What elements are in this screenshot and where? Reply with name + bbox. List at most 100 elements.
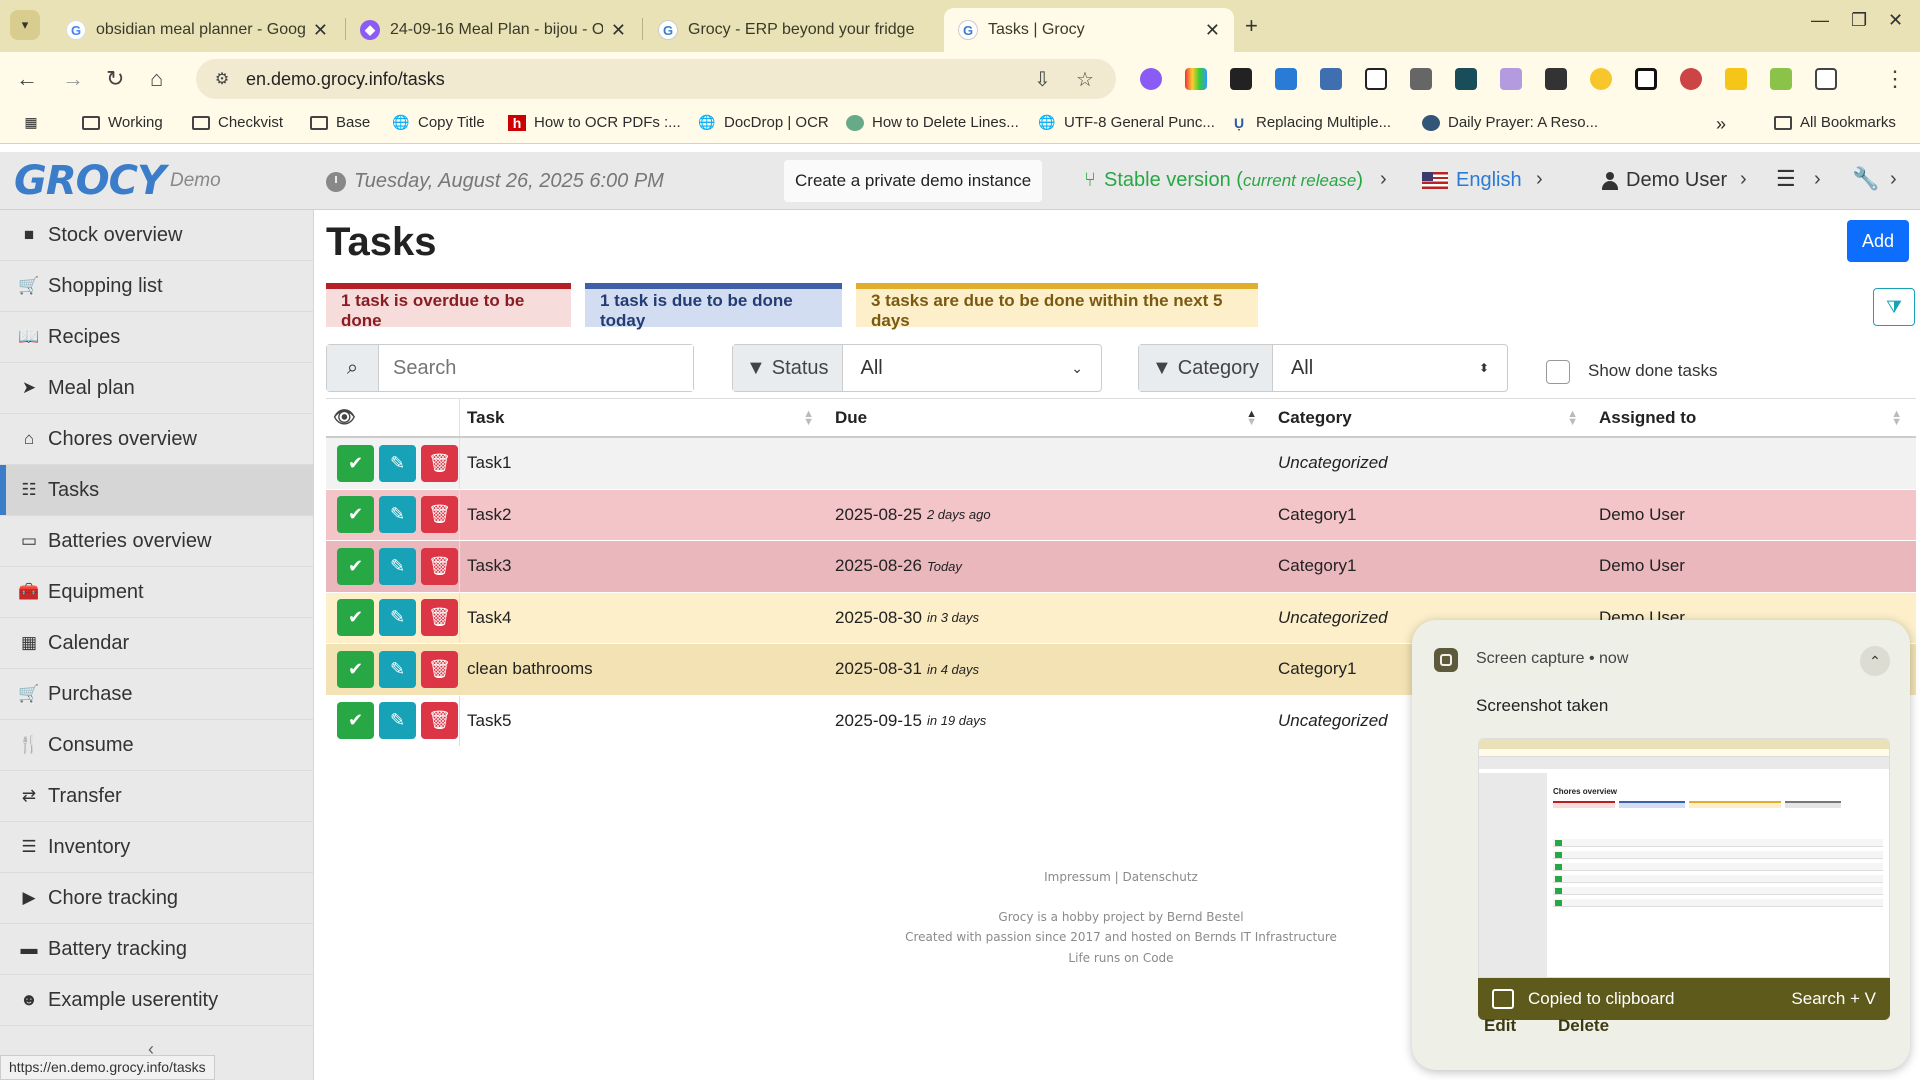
obsidian-extension-icon[interactable] (1140, 68, 1162, 90)
column-header-due[interactable]: Due ▲ ▼ (828, 399, 1271, 436)
category-filter-select[interactable]: All ⬍ (1273, 345, 1507, 391)
chevron-right-icon[interactable]: › (1890, 168, 1897, 191)
colorful-extension-icon[interactable] (1185, 68, 1207, 90)
all-bookmarks[interactable]: All Bookmarks (1774, 114, 1896, 131)
sidebar-item-recipes[interactable]: 📖 Recipes (0, 312, 313, 363)
browser-menu-icon[interactable]: ⋮ (1884, 66, 1906, 92)
bookmark-copy-title[interactable]: 🌐 Copy Title (392, 114, 484, 131)
mark-done-button[interactable]: ✔ (337, 650, 374, 688)
sidebar-item-calendar[interactable]: ▦ Calendar (0, 618, 313, 669)
j-extension-icon[interactable] (1275, 68, 1297, 90)
sidebar-item-chore-tracking[interactable]: ▶ Chore tracking (0, 873, 313, 924)
bookmark-working[interactable]: Working (82, 114, 163, 131)
column-visibility-toggle[interactable]: 👁 (326, 399, 460, 436)
screenshot-thumbnail[interactable]: Chores overview (1478, 738, 1890, 978)
delete-button[interactable]: 🗑 (421, 496, 458, 534)
browser-tab-2[interactable]: ◆ 24-09-16 Meal Plan - bijou - Ob ✕ (346, 8, 640, 52)
mark-done-button[interactable]: ✔ (337, 599, 374, 637)
photo-extension-icon[interactable] (1770, 68, 1792, 90)
bookmark-delete-lines[interactable]: How to Delete Lines... (846, 114, 1019, 131)
edit-button[interactable]: ✎ (379, 650, 416, 688)
bookmark-ocr-pdfs[interactable]: h How to OCR PDFs :... (508, 114, 681, 131)
bookmark-docdrop[interactable]: 🌐 DocDrop | OCR (698, 114, 828, 131)
window-extension-icon[interactable] (1635, 68, 1657, 90)
markdown-extension-icon[interactable] (1230, 68, 1252, 90)
filter-toggle-icon[interactable]: ⧩ (1873, 288, 1915, 326)
browser-tab-4[interactable]: G Tasks | Grocy ✕ (944, 8, 1234, 52)
bookmark-base[interactable]: Base (310, 114, 370, 131)
column-header-assigned[interactable]: Assigned to ▲ ▼ (1592, 399, 1916, 436)
tab-search-chevron-icon[interactable]: ▾ (10, 10, 40, 40)
url-text[interactable]: en.demo.grocy.info/tasks (246, 69, 445, 90)
browser-tab-1[interactable]: G obsidian meal planner - Google ✕ (52, 8, 342, 52)
clipboard-extension-icon[interactable] (1365, 68, 1387, 90)
create-demo-instance-button[interactable]: Create a private demo instance (784, 160, 1043, 202)
sidebar-item-tasks[interactable]: ☷ Tasks (0, 465, 313, 516)
due-soon-status-badge[interactable]: 3 tasks are due to be done within the ne… (856, 283, 1258, 330)
close-tab-icon[interactable]: ✕ (1205, 20, 1220, 41)
add-task-button[interactable]: Add (1847, 220, 1909, 262)
bookmark-utf8[interactable]: 🌐 UTF-8 General Punc... (1038, 114, 1215, 131)
column-header-task[interactable]: Task ▲ ▼ (460, 399, 828, 436)
version-link[interactable]: ⑂ Stable version (current release) (1084, 169, 1363, 192)
sidebar-item-meal-plan[interactable]: ➤ Meal plan (0, 363, 313, 414)
delete-button[interactable]: 🗑 (421, 599, 458, 637)
chevron-right-icon[interactable]: › (1814, 168, 1821, 191)
mark-done-button[interactable]: ✔ (337, 496, 374, 534)
delete-screenshot-button[interactable]: Delete (1558, 1016, 1609, 1036)
overdue-status-badge[interactable]: 1 task is overdue to be done (326, 283, 571, 330)
minimize-icon[interactable]: — (1811, 10, 1829, 31)
back-icon[interactable]: ← (16, 66, 38, 92)
due-today-status-badge[interactable]: 1 task is due to be done today (585, 283, 842, 330)
sidebar-item-chores-overview[interactable]: ⌂ Chores overview (0, 414, 313, 465)
image-extension-icon[interactable] (1455, 68, 1477, 90)
grocy-logo[interactable]: GROCY (14, 158, 166, 204)
home-icon[interactable]: ⌂ (150, 66, 163, 92)
record-extension-icon[interactable] (1680, 68, 1702, 90)
sidebar-item-consume[interactable]: 🍴 Consume (0, 720, 313, 771)
delete-button[interactable]: 🗑 (421, 650, 458, 688)
sidebar-item-stock-overview[interactable]: ■ Stock overview (0, 210, 313, 261)
edit-button[interactable]: ✎ (379, 444, 416, 482)
sidebar-item-shopping-list[interactable]: 🛒 Shopping list (0, 261, 313, 312)
edit-button[interactable]: ✎ (379, 496, 416, 534)
new-tab-icon[interactable]: + (1245, 13, 1258, 39)
close-tab-icon[interactable]: ✕ (611, 20, 626, 41)
mark-done-button[interactable]: ✔ (337, 547, 374, 585)
list-extension-icon[interactable] (1320, 68, 1342, 90)
yellow-extension-icon[interactable] (1725, 68, 1747, 90)
sidebar-item-inventory[interactable]: ☰ Inventory (0, 822, 313, 873)
wrench-icon[interactable]: 🔧 (1852, 166, 1879, 192)
bookmark-daily-prayer[interactable]: Daily Prayer: A Reso... (1422, 114, 1598, 131)
close-window-icon[interactable]: ✕ (1888, 10, 1903, 31)
user-menu[interactable]: Demo User (1602, 169, 1727, 192)
sidebar-item-transfer[interactable]: ⇄ Transfer (0, 771, 313, 822)
reload-icon[interactable]: ↻ (106, 66, 124, 92)
chevron-right-icon[interactable]: › (1380, 168, 1387, 191)
chevron-up-icon[interactable]: ⌃ (1860, 646, 1890, 676)
search-input[interactable] (379, 345, 693, 391)
extensions-puzzle-icon[interactable] (1815, 68, 1837, 90)
sidebar-item-equipment[interactable]: 🧰 Equipment (0, 567, 313, 618)
sliders-icon[interactable]: ☰ (1776, 166, 1796, 192)
show-done-tasks-label[interactable]: Show done tasks (1588, 361, 1717, 381)
language-selector[interactable]: English (1422, 169, 1522, 192)
more-bookmarks-icon[interactable]: » (1716, 114, 1726, 135)
forward-icon[interactable]: → (62, 66, 84, 92)
mark-done-button[interactable]: ✔ (337, 702, 374, 740)
restore-icon[interactable]: ❐ (1851, 10, 1867, 31)
delete-button[interactable]: 🗑 (421, 547, 458, 585)
category-filter[interactable]: ▼ Category All ⬍ (1138, 344, 1508, 392)
bookmark-checkvist[interactable]: Checkvist (192, 114, 283, 131)
edit-button[interactable]: ✎ (379, 599, 416, 637)
chevron-right-icon[interactable]: › (1536, 168, 1543, 191)
column-header-category[interactable]: Category ▲ ▼ (1271, 399, 1592, 436)
sidebar-item-example-userentity[interactable]: ☻ Example userentity (0, 975, 313, 1026)
delete-button[interactable]: 🗑 (421, 444, 458, 482)
edit-screenshot-button[interactable]: Edit (1484, 1016, 1516, 1036)
z-extension-icon[interactable] (1410, 68, 1432, 90)
mark-done-button[interactable]: ✔ (337, 444, 374, 482)
status-filter[interactable]: ▼ Status All ⌄ (732, 344, 1102, 392)
chevron-right-icon[interactable]: › (1740, 168, 1747, 191)
sidebar-item-purchase[interactable]: 🛒 Purchase (0, 669, 313, 720)
